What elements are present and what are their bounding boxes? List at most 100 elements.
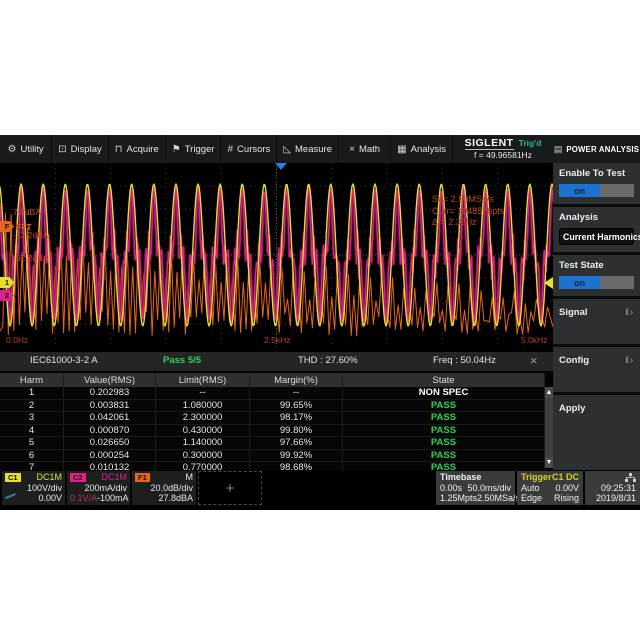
- menu-item-trigger[interactable]: ⚑Trigger: [166, 135, 222, 163]
- scroll-down-icon[interactable]: ▼: [545, 457, 553, 468]
- trigger-box[interactable]: Trigger C1 DC Auto 0.00V Edge Rising: [517, 471, 583, 505]
- apply-label: Apply: [559, 403, 585, 414]
- col-header-value: Value(RMS): [64, 373, 156, 387]
- signal-menu-item[interactable]: Signal ‖›: [553, 299, 640, 347]
- power-analysis-sidebar: ▤ POWER ANALYSIS Enable To Test on Analy…: [553, 135, 640, 470]
- toggle-off-part: [600, 276, 634, 289]
- sidebar-title: POWER ANALYSIS: [566, 145, 639, 154]
- gear-icon: ⚙: [7, 144, 16, 155]
- enable-to-test-label: Enable To Test: [559, 168, 634, 179]
- toggle-on-label: on: [559, 184, 600, 197]
- menu-item-math[interactable]: ×Math: [339, 135, 391, 163]
- cursors-icon: #: [227, 144, 233, 155]
- analysis-dropdown[interactable]: Current Harmonics ∨: [559, 228, 634, 245]
- timebase-rate: 2.50MSa/s: [477, 493, 520, 504]
- screenshot-canvas: ⚙ Utility ⊡Display⊓Acquire⚑Trigger#Cursors…: [0, 0, 640, 640]
- channel2-descriptor-box[interactable]: C2 DC1M 200mA/div 0.1V/A -100mA: [67, 471, 130, 505]
- f1-descriptor-box[interactable]: F1 M 20.0dB/div 27.8dBA: [132, 471, 196, 505]
- timebase-delay: 0.00s: [440, 483, 462, 494]
- cell-value: 0.026650: [64, 437, 156, 449]
- menu-item-label: Utility: [20, 144, 43, 155]
- document-icon: ▤: [554, 144, 563, 155]
- cell-margin: 99.65%: [250, 400, 343, 412]
- table-row: 50.0266501.14000097.66%PASS: [0, 437, 545, 450]
- c2-coupling: DC1M: [101, 472, 127, 483]
- channel-descriptor-bar: C1 DC1M 100V/div 0.00V C2 DC1M 200mA/div…: [0, 470, 640, 506]
- f1-offset: 27.8dBA: [158, 493, 193, 504]
- menu-item-analysis[interactable]: ▦ Analysis: [391, 135, 453, 163]
- menu-item-cursors[interactable]: #Cursors: [221, 135, 277, 163]
- network-icon: [625, 473, 636, 482]
- enable-to-test-toggle[interactable]: on: [559, 184, 634, 197]
- trigger-position-marker[interactable]: [275, 163, 287, 170]
- c1-slope-icon: [5, 494, 16, 499]
- menu-item-display[interactable]: ⊡Display: [52, 135, 109, 163]
- fft-marker-glyph: F: [5, 222, 10, 231]
- add-channel-box[interactable]: +: [198, 471, 262, 505]
- timebase-title: Timebase: [440, 472, 481, 483]
- submenu-arrow-icon: ‖›: [625, 355, 634, 365]
- siglent-logo: SIGLENT: [465, 138, 514, 151]
- c2-offset: -100mA: [97, 493, 129, 504]
- c2-tag: C2: [70, 473, 86, 482]
- config-menu-item[interactable]: Config ‖›: [553, 347, 640, 395]
- cell-harm: 1: [0, 387, 64, 399]
- table-row: 60.0002540.30000099.92%PASS: [0, 450, 545, 463]
- enable-to-test-section: Enable To Test on: [553, 163, 640, 207]
- col-header-limit: Limit(RMS): [156, 373, 250, 387]
- cell-harm: 6: [0, 450, 64, 462]
- datetime-box[interactable]: 09:25:31 2019/8/31: [585, 471, 640, 505]
- cell-value: 0.202983: [64, 387, 156, 399]
- toggle-on-label: on: [559, 276, 600, 289]
- cell-margin: 98.17%: [250, 412, 343, 424]
- table-row: 40.0008700.43000099.80%PASS: [0, 425, 545, 438]
- table-scrollbar[interactable]: ▲ ▼: [545, 387, 553, 468]
- table-row: 10.202983----NON SPEC: [0, 387, 545, 400]
- cell-margin: 97.66%: [250, 437, 343, 449]
- test-state-label: Test State: [559, 260, 634, 271]
- analysis-section: Analysis Current Harmonics ∨: [553, 207, 640, 255]
- cell-harm: 4: [0, 425, 64, 437]
- ch1-marker-glyph: 1: [5, 278, 9, 287]
- analysis-icon: ▦: [397, 144, 406, 155]
- trigger-level: 0.00V: [555, 483, 579, 494]
- menu-item-measure[interactable]: ◺Measure: [277, 135, 339, 163]
- scroll-up-icon[interactable]: ▲: [545, 387, 553, 398]
- waveform-display: Sa= 2.50MSa/s Curr= 1048576pts Δf= 2.38H…: [0, 163, 553, 347]
- table-row: 20.0038311.08000099.65%PASS: [0, 400, 545, 413]
- sidebar-header: ▤ POWER ANALYSIS: [553, 135, 640, 163]
- menu-items: ⚙ Utility ⊡Display⊓Acquire⚑Trigger#Cursors…: [0, 135, 453, 163]
- cell-state: NON SPEC: [343, 387, 545, 399]
- brand-block: SIGLENT Trig'd f = 49.96581Hz: [453, 135, 553, 163]
- c2-scale: 200mA/div: [84, 483, 127, 494]
- close-icon[interactable]: ×: [530, 353, 538, 368]
- cell-harm: 5: [0, 437, 64, 449]
- menu-item-label: Analysis: [411, 144, 446, 155]
- record-length-readout: Curr= 1048576pts: [432, 206, 504, 218]
- cell-harm: 2: [0, 400, 64, 412]
- cell-limit: 1.140000: [156, 437, 250, 449]
- cell-limit: 0.430000: [156, 425, 250, 437]
- apply-button[interactable]: Apply: [553, 395, 640, 440]
- menu-item-acquire[interactable]: ⊓Acquire: [109, 135, 166, 163]
- cell-margin: --: [250, 387, 343, 399]
- standard-label: IEC61000-3-2 A: [30, 355, 98, 366]
- timebase-points: 1.25Mpts: [440, 493, 477, 504]
- ch2-marker-glyph: 2: [5, 291, 9, 300]
- cell-value: 0.003831: [64, 400, 156, 412]
- cell-state: PASS: [343, 412, 545, 424]
- sidebar-filler: [553, 440, 640, 470]
- waveform-svg: [0, 163, 553, 347]
- cell-limit: --: [156, 387, 250, 399]
- cell-state: PASS: [343, 437, 545, 449]
- freq-readout: Freq : 50.04Hz: [433, 355, 496, 366]
- timebase-scale: 50.0ms/div: [467, 483, 511, 494]
- menu-item-utility[interactable]: ⚙ Utility: [0, 135, 52, 163]
- channel1-descriptor-box[interactable]: C1 DC1M 100V/div 0.00V: [2, 471, 65, 505]
- cell-limit: 1.080000: [156, 400, 250, 412]
- timebase-box[interactable]: Timebase 0.00s 50.0ms/div 1.25Mpts 2.50M…: [436, 471, 515, 505]
- test-state-toggle[interactable]: on: [559, 276, 634, 289]
- plus-icon: +: [226, 480, 235, 497]
- clock-readout: 09:25:31: [601, 483, 636, 494]
- menu-item-label: Math: [359, 144, 380, 155]
